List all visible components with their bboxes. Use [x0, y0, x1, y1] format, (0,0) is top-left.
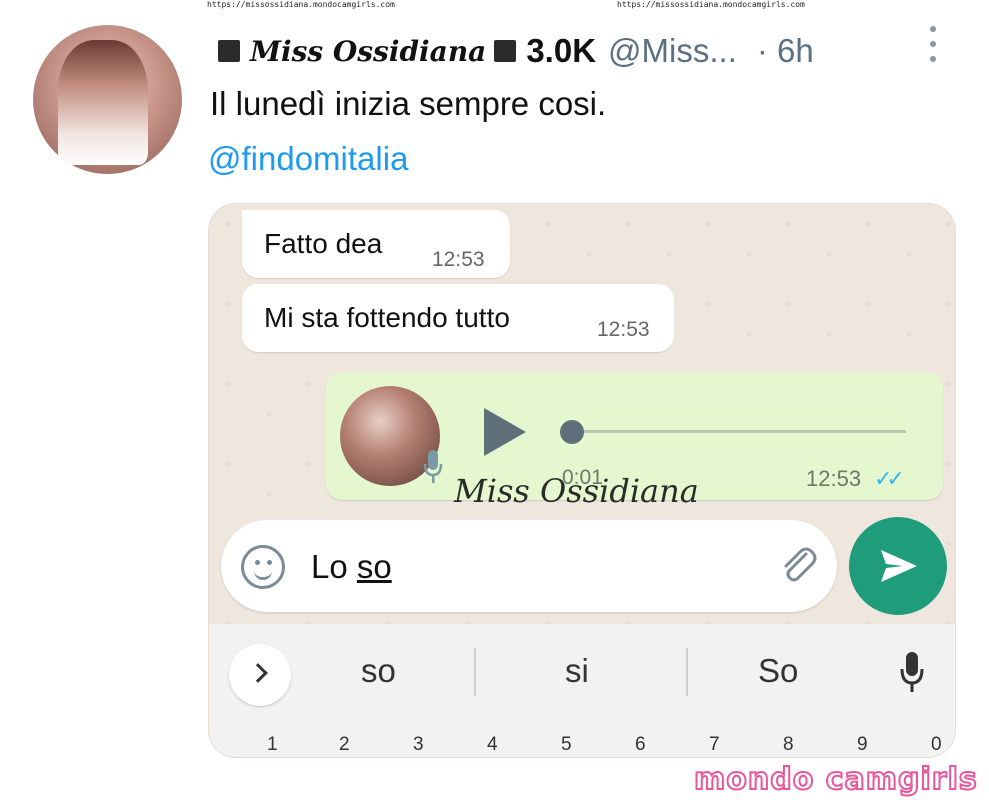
key-9[interactable]: 9 — [857, 734, 868, 756]
black-square-icon — [494, 40, 517, 62]
key-1[interactable]: 1 — [267, 734, 278, 756]
incoming-message: Mi sta fottendo tutto 12:53 — [242, 284, 674, 352]
tweet-text: Il lunedì inizia sempre cosi. — [210, 85, 607, 122]
audio-progress-track[interactable] — [566, 430, 906, 433]
message-time: 12:53 — [806, 466, 862, 491]
input-text-plain: Lo — [311, 548, 357, 585]
watermark-url-left: https://missossidiana.mondocamgirls.com — [207, 0, 395, 9]
divider — [686, 648, 688, 696]
user-handle[interactable]: @Miss... — [608, 32, 737, 70]
attach-paperclip-icon[interactable] — [778, 544, 818, 584]
tweet-header: Miss Ossidiana 3.0K @Miss... · 6h — [218, 26, 814, 76]
key-2[interactable]: 2 — [339, 734, 350, 756]
black-square-icon — [218, 40, 240, 62]
display-name[interactable]: Miss Ossidiana — [250, 35, 486, 68]
key-3[interactable]: 3 — [413, 734, 424, 756]
mention-link[interactable]: @findomitalia — [208, 140, 408, 178]
message-time: 12:53 — [597, 318, 650, 341]
message-input-text[interactable]: Lo so — [311, 548, 392, 586]
message-text: Fatto dea — [264, 228, 383, 259]
key-7[interactable]: 7 — [709, 734, 720, 756]
tweet-media-screenshot[interactable]: Fatto dea 12:53 Mi sta fottendo tutto 12… — [208, 203, 956, 758]
read-receipt-icon: ✓✓ — [874, 466, 905, 491]
more-options-icon[interactable] — [928, 26, 938, 62]
play-icon[interactable] — [484, 408, 526, 456]
key-4[interactable]: 4 — [487, 734, 498, 756]
send-button[interactable] — [849, 517, 947, 615]
voice-input-mic-icon[interactable] — [899, 650, 925, 694]
divider — [474, 648, 476, 696]
microphone-icon — [423, 450, 443, 483]
tweet-timestamp[interactable]: · 6h — [757, 32, 814, 70]
suggestion-So[interactable]: So — [758, 652, 798, 690]
message-time: 12:53 — [432, 248, 485, 271]
emoji-icon[interactable] — [241, 545, 285, 589]
input-text-composing: so — [356, 548, 392, 585]
suggestion-so[interactable]: so — [361, 652, 396, 690]
watermark-url-right: https://missossidiana.mondocamgirls.com — [617, 0, 805, 9]
chevron-right-icon[interactable] — [229, 644, 291, 706]
key-5[interactable]: 5 — [561, 734, 572, 756]
watermark-overlay: Miss Ossidiana — [454, 472, 699, 510]
profile-avatar[interactable] — [33, 25, 182, 174]
follower-count: 3.0K — [526, 32, 597, 69]
brand-watermark: mondo camgirls — [693, 761, 978, 798]
send-arrow-icon — [881, 550, 917, 582]
audio-seek-handle[interactable] — [560, 420, 584, 444]
message-input[interactable]: Lo so — [221, 520, 837, 612]
key-6[interactable]: 6 — [635, 734, 646, 756]
suggestion-si[interactable]: si — [565, 652, 589, 690]
message-text: Mi sta fottendo tutto — [264, 302, 510, 333]
key-8[interactable]: 8 — [783, 734, 794, 756]
key-0[interactable]: 0 — [931, 734, 942, 756]
incoming-message: Fatto dea 12:53 — [242, 210, 510, 278]
keyboard: so si So 1 2 3 4 5 6 7 8 9 0 — [209, 624, 955, 757]
